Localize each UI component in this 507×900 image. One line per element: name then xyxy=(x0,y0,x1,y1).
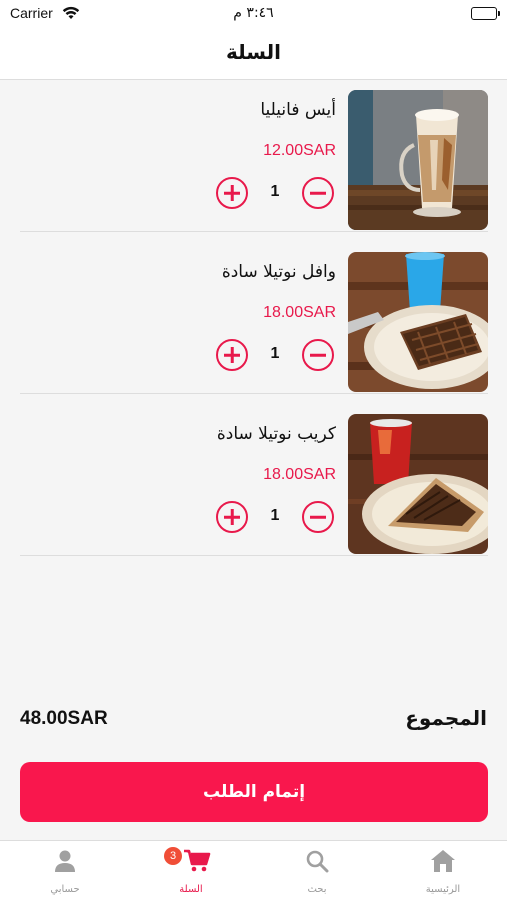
tab-search[interactable]: بحث xyxy=(254,841,380,900)
tab-cart[interactable]: 3 السلة xyxy=(128,841,254,900)
item-image-nutella-waffle xyxy=(348,252,488,392)
tab-label: بحث xyxy=(307,884,327,895)
increase-quantity-button[interactable] xyxy=(216,177,248,209)
item-price: 18.00SAR xyxy=(263,466,336,483)
tab-label: الرئيسية xyxy=(425,884,461,895)
cart-icon xyxy=(183,849,211,877)
decrease-quantity-button[interactable] xyxy=(302,339,334,371)
clock: ٣:٤٦ م xyxy=(233,5,274,21)
quantity-stepper: 1 xyxy=(216,501,334,533)
item-name: كريب نوتيلا سادة xyxy=(216,424,336,444)
status-bar: Carrier ٣:٤٦ م xyxy=(0,0,507,28)
search-icon xyxy=(305,849,329,877)
tab-bar: الرئيسية بحث 3 السلة حسابي xyxy=(0,840,507,900)
tab-home[interactable]: الرئيسية xyxy=(380,841,506,900)
quantity-value: 1 xyxy=(270,507,280,524)
checkout-button[interactable]: إتمام الطلب xyxy=(20,762,488,822)
total-label: المجموع xyxy=(405,706,487,730)
battery-icon xyxy=(471,7,500,20)
increase-quantity-button[interactable] xyxy=(216,501,248,533)
item-price: 12.00SAR xyxy=(263,142,336,159)
item-image-nutella-crepe xyxy=(348,414,488,554)
total-value: 48.00SAR xyxy=(20,708,108,729)
item-price: 18.00SAR xyxy=(263,304,336,321)
home-icon xyxy=(430,849,456,877)
page-title: السلة xyxy=(225,40,281,64)
item-name: أيس فانيليا xyxy=(260,100,336,120)
person-icon xyxy=(53,849,77,877)
increase-quantity-button[interactable] xyxy=(216,339,248,371)
tab-account[interactable]: حسابي xyxy=(2,841,128,900)
tab-label: حسابي xyxy=(50,884,80,895)
item-image-iced-vanilla xyxy=(348,90,488,230)
cart-item: وافل نوتيلا سادة 18.00SAR 1 xyxy=(20,242,488,394)
decrease-quantity-button[interactable] xyxy=(302,501,334,533)
decrease-quantity-button[interactable] xyxy=(302,177,334,209)
quantity-stepper: 1 xyxy=(216,177,334,209)
tab-label: السلة xyxy=(179,884,203,895)
quantity-value: 1 xyxy=(270,183,280,200)
quantity-value: 1 xyxy=(270,345,280,362)
item-name: وافل نوتيلا سادة xyxy=(221,262,336,282)
navigation-bar: السلة xyxy=(0,28,507,80)
quantity-stepper: 1 xyxy=(216,339,334,371)
cart-count-badge: 3 xyxy=(164,847,182,865)
cart-item: كريب نوتيلا سادة 18.00SAR 1 xyxy=(20,404,488,556)
cart-item: أيس فانيليا 12.00SAR 1 xyxy=(20,80,488,232)
